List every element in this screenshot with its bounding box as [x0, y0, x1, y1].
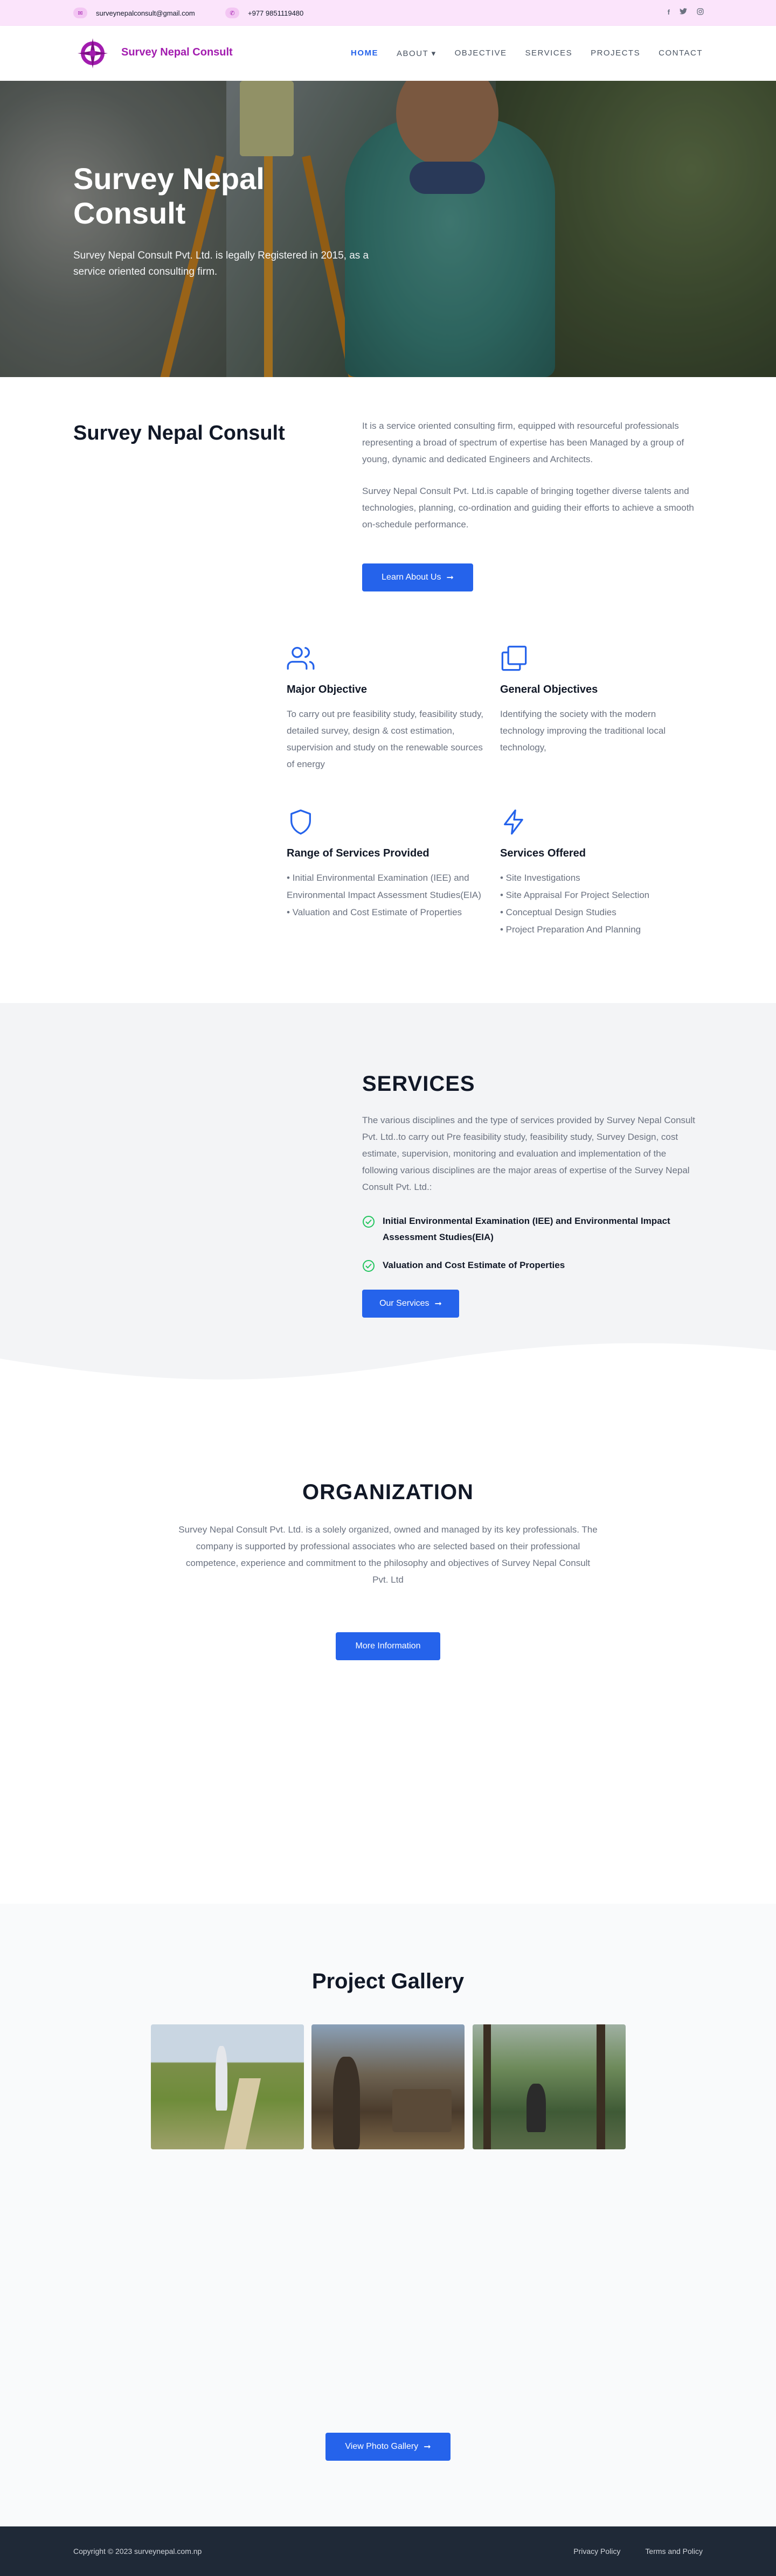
services-item-label: Initial Environmental Examination (IEE) … [383, 1216, 670, 1242]
privacy-policy-link[interactable]: Privacy Policy [573, 2547, 620, 2556]
instagram-icon[interactable] [697, 8, 704, 17]
gallery-photo-forest-survey[interactable] [473, 2024, 626, 2149]
nav-menu: HOME ABOUT ▾ OBJECTIVE SERVICES PROJECTS… [351, 48, 703, 58]
copy-icon [501, 645, 527, 671]
email-contact[interactable]: ✉ surveynepalconsult@gmail.com [73, 8, 195, 18]
list-item: • Project Preparation And Planning [500, 924, 641, 935]
list-item: • Conceptual Design Studies [500, 907, 616, 917]
feature-title: Range of Services Provided [287, 847, 429, 859]
about-title: Survey Nepal Consult [73, 422, 285, 444]
feature-text: Identifying the society with the modern … [500, 709, 666, 753]
more-information-button[interactable]: More Information [336, 1632, 440, 1660]
feature-title: Major Objective [287, 684, 367, 695]
brand-name[interactable]: Survey Nepal Consult [121, 46, 233, 59]
check-circle-icon [363, 1216, 375, 1228]
main-navbar: Survey Nepal Consult HOME ABOUT ▾ OBJECT… [0, 26, 776, 81]
feature-list: • Initial Environmental Examination (IEE… [287, 869, 487, 921]
view-photo-gallery-button[interactable]: View Photo Gallery ➞ [325, 2433, 451, 2461]
list-item: • Valuation and Cost Estimate of Propert… [287, 907, 462, 917]
copyright-text: Copyright © 2023 surveynepal.com.np [73, 2547, 202, 2556]
services-description: The various disciplines and the type of … [362, 1115, 695, 1192]
feature-title: Services Offered [500, 847, 586, 859]
hero-subtitle: Survey Nepal Consult Pvt. Ltd. is legall… [73, 250, 369, 277]
shield-icon [290, 809, 311, 835]
button-label: Learn About Us [382, 573, 441, 582]
check-circle-icon [363, 1260, 375, 1272]
about-text: It is a service oriented consulting firm… [362, 417, 703, 533]
phone-contact[interactable]: ✆ +977 9851119480 [225, 8, 303, 18]
feature-range-of-services: Range of Services Provided • Initial Env… [287, 808, 487, 921]
nav-item-projects[interactable]: PROJECTS [591, 48, 640, 58]
top-bar: ✉ surveynepalconsult@gmail.com ✆ +977 98… [0, 0, 776, 26]
list-item: • Initial Environmental Examination (IEE… [287, 873, 481, 900]
gallery-photo-field-survey[interactable] [151, 2024, 304, 2149]
arrow-right-icon: ➞ [434, 1299, 442, 1308]
list-item: • Site Appraisal For Project Selection [500, 890, 650, 900]
arrow-right-icon: ➞ [446, 573, 454, 582]
organization-title: ORGANIZATION [302, 1480, 474, 1504]
zap-icon [504, 809, 523, 835]
facebook-icon[interactable]: f [668, 8, 670, 17]
brand-logo[interactable] [73, 37, 112, 69]
twitter-icon[interactable] [680, 8, 687, 17]
services-item-label: Valuation and Cost Estimate of Propertie… [383, 1260, 565, 1270]
terms-link[interactable]: Terms and Policy [645, 2547, 703, 2556]
nav-item-home[interactable]: HOME [351, 48, 378, 58]
nav-item-objective[interactable]: OBJECTIVE [455, 48, 507, 58]
button-label: View Photo Gallery [345, 2442, 419, 2451]
feature-services-offered: Services Offered • Site Investigations •… [500, 808, 701, 938]
nav-item-services[interactable]: SERVICES [525, 48, 573, 58]
gallery-title: Project Gallery [311, 1969, 465, 1993]
phone-icon: ✆ [225, 8, 239, 18]
feature-text: To carry out pre feasibility study, feas… [287, 709, 484, 769]
button-label: Our Services [379, 1299, 429, 1308]
organization-description: Survey Nepal Consult Pvt. Ltd. is a sole… [178, 1524, 598, 1585]
about-paragraph: Survey Nepal Consult Pvt. Ltd.is capable… [362, 486, 694, 530]
feature-list: • Site Investigations • Site Appraisal F… [500, 869, 701, 938]
email-text[interactable]: surveynepalconsult@gmail.com [96, 9, 195, 17]
nav-item-about[interactable]: ABOUT ▾ [397, 48, 436, 58]
feature-general-objectives: General Objectives Identifying the socie… [500, 644, 701, 756]
gallery-photo-site-visit[interactable] [311, 2024, 465, 2149]
hero-title: Survey Nepal Consult [73, 162, 265, 230]
nav-item-contact[interactable]: CONTACT [659, 48, 703, 58]
feature-title: General Objectives [500, 684, 598, 695]
footer: Copyright © 2023 surveynepal.com.np Priv… [0, 2526, 776, 2576]
services-section-background [0, 1003, 776, 1391]
services-list-item: Valuation and Cost Estimate of Propertie… [362, 1257, 707, 1273]
mail-icon: ✉ [73, 8, 87, 18]
footer-links: Privacy Policy Terms and Policy [573, 2547, 703, 2556]
wave-divider [0, 1343, 776, 1391]
list-item: • Site Investigations [500, 873, 580, 883]
learn-about-us-button[interactable]: Learn About Us ➞ [362, 563, 473, 591]
phone-text[interactable]: +977 9851119480 [248, 9, 303, 17]
social-links: f [668, 8, 704, 17]
services-list-item: Initial Environmental Examination (IEE) … [362, 1213, 707, 1245]
services-title: SERVICES [362, 1072, 475, 1096]
our-services-button[interactable]: Our Services ➞ [362, 1290, 459, 1318]
feature-major-objective: Major Objective To carry out pre feasibi… [287, 644, 487, 772]
hero-banner: Survey Nepal Consult Survey Nepal Consul… [0, 81, 776, 377]
button-label: More Information [355, 1641, 421, 1651]
arrow-right-icon: ➞ [424, 2442, 431, 2452]
about-paragraph: It is a service oriented consulting firm… [362, 421, 684, 464]
users-icon [287, 646, 315, 670]
